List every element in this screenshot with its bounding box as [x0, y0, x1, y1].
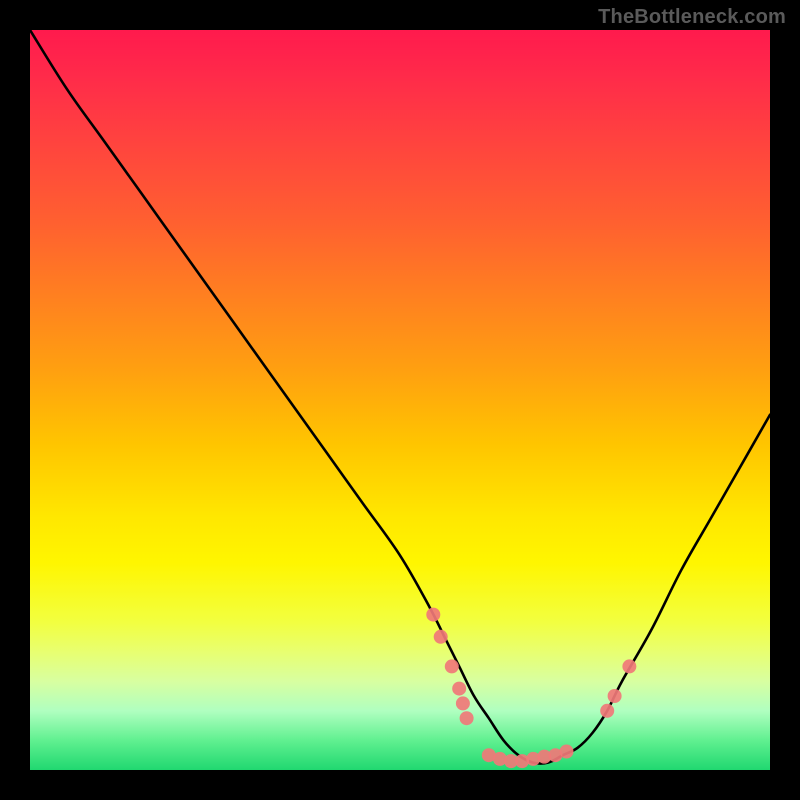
marker-dot — [452, 682, 466, 696]
chart-root: TheBottleneck.com — [0, 0, 800, 800]
bottleneck-curve — [30, 30, 770, 764]
chart-svg — [30, 30, 770, 770]
marker-dot — [426, 608, 440, 622]
marker-dot — [434, 630, 448, 644]
marker-dot — [460, 711, 474, 725]
marker-dot — [608, 689, 622, 703]
marker-dot — [622, 659, 636, 673]
marker-dot — [560, 745, 574, 759]
watermark-text: TheBottleneck.com — [598, 6, 786, 29]
marker-dot — [456, 696, 470, 710]
marker-dot — [445, 659, 459, 673]
marker-dot — [600, 704, 614, 718]
sample-markers — [426, 608, 636, 769]
plot-area — [30, 30, 770, 770]
